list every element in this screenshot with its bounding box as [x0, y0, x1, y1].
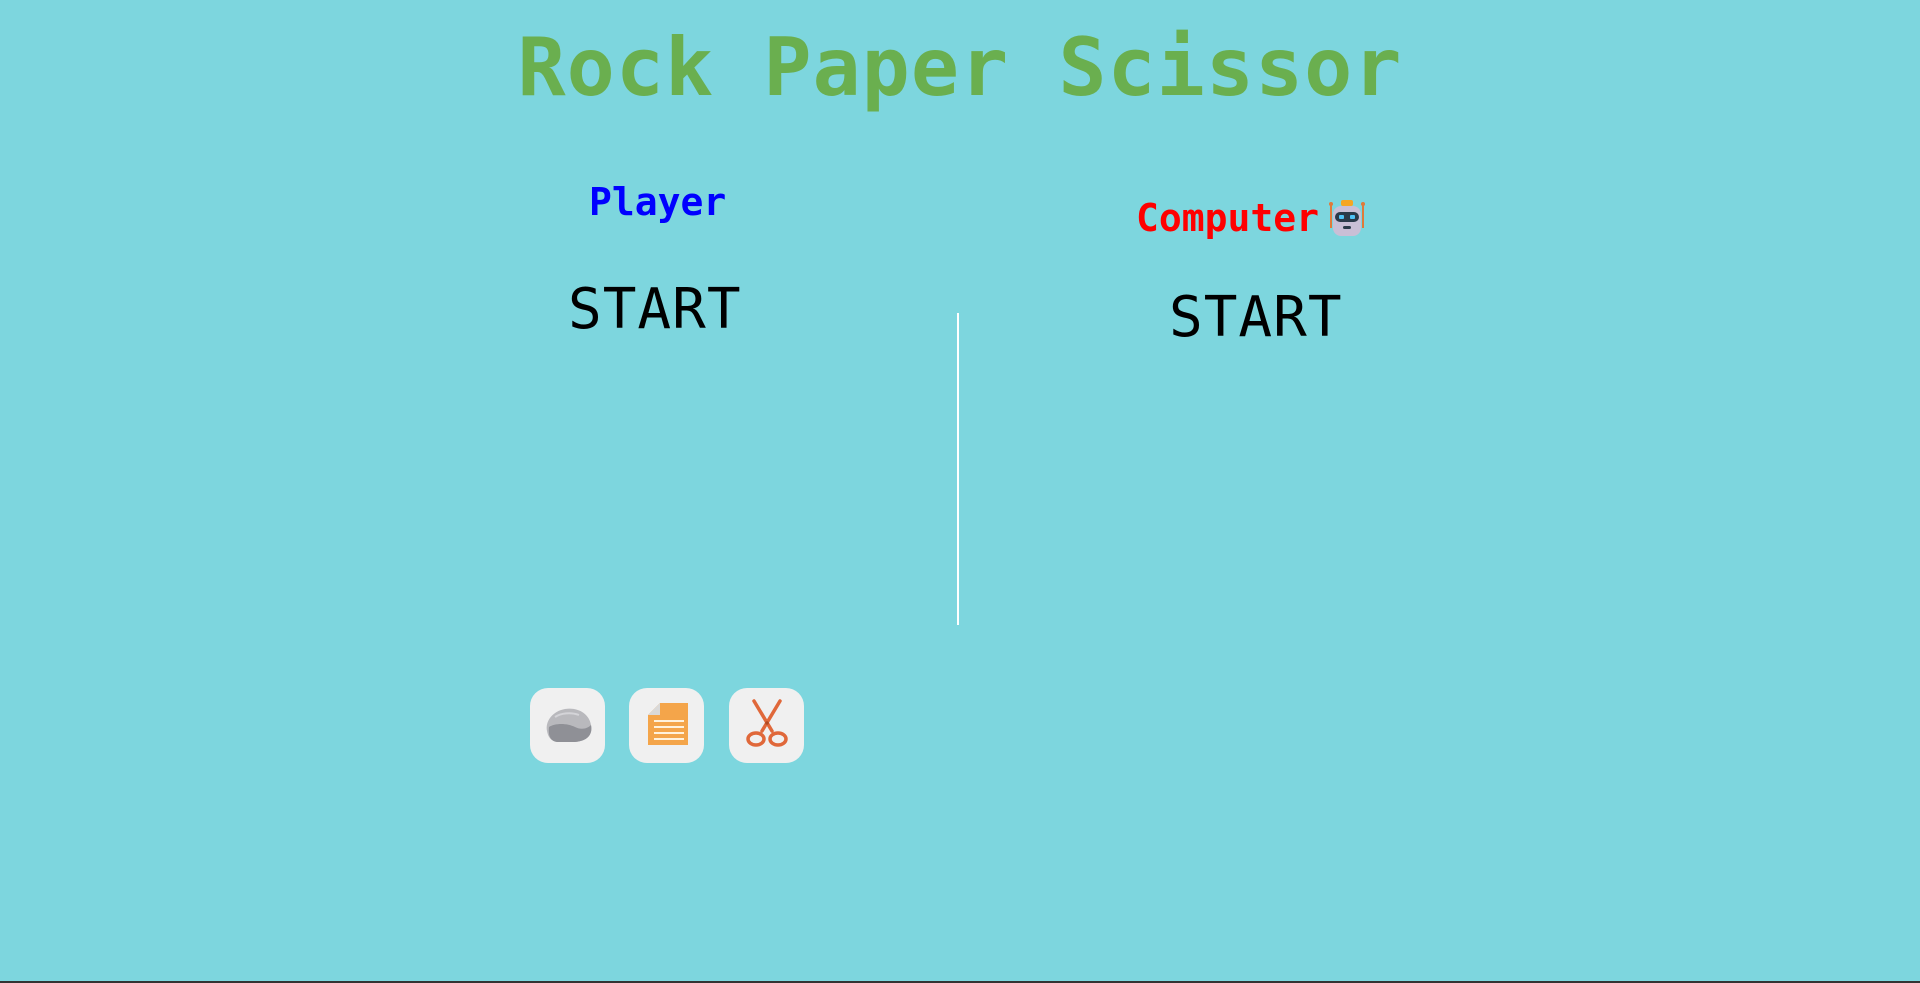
center-divider	[957, 313, 959, 625]
computer-choice-display: START	[1169, 285, 1343, 350]
game-title: Rock Paper Scissor	[517, 21, 1403, 114]
computer-label-group: Computer	[1136, 196, 1367, 240]
rock-icon	[541, 697, 595, 754]
paper-icon	[640, 697, 694, 754]
scissors-icon	[740, 697, 794, 754]
robot-icon	[1327, 198, 1367, 238]
rock-button[interactable]	[530, 688, 605, 763]
paper-button[interactable]	[629, 688, 704, 763]
computer-label: Computer	[1136, 196, 1320, 240]
player-choice-display: START	[568, 277, 742, 342]
player-label: Player	[589, 180, 727, 224]
scissor-button[interactable]	[729, 688, 804, 763]
